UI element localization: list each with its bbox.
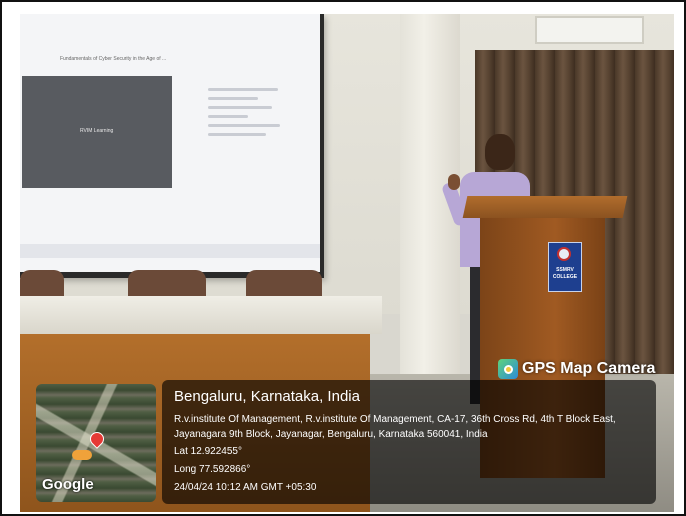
gps-info-card: Bengaluru, Karnataka, India R.v.institut…	[162, 380, 656, 504]
college-logo-icon	[557, 247, 571, 261]
gps-camera-icon	[498, 359, 518, 379]
gps-map-thumbnail: Google	[36, 384, 156, 502]
gps-address: R.v.institute Of Management, R.v.institu…	[174, 414, 616, 440]
gps-place: Bengaluru, Karnataka, India	[174, 388, 360, 405]
college-badge-text: SSMRV COLLEGE	[552, 267, 578, 280]
map-attribution: Google	[42, 476, 94, 493]
screen-title: Fundamentals of Cyber Security in the Ag…	[60, 56, 167, 62]
gps-brand: GPS Map Camera	[498, 357, 655, 381]
gps-datetime: 24/04/24 10:12 AM GMT +05:30	[174, 482, 317, 493]
speaker-head	[485, 134, 515, 170]
screen-video: RVIM Learning	[22, 76, 172, 188]
projection-screen: Fundamentals of Cyber Security in the Ag…	[20, 14, 324, 278]
gps-longitude: Long 77.592866°	[174, 464, 251, 475]
screen-video-label: RVIM Learning	[80, 128, 114, 134]
window	[535, 16, 644, 44]
gps-latitude: Lat 12.922455°	[174, 446, 242, 457]
gps-brand-text: GPS Map Camera	[522, 360, 656, 377]
map-person-marker	[72, 450, 92, 460]
desk-top	[20, 296, 382, 334]
speaker-hand	[448, 174, 460, 190]
map-pin-icon	[87, 429, 107, 449]
screen-taskbar	[20, 244, 320, 258]
college-badge: SSMRV COLLEGE	[548, 242, 582, 292]
photo-frame: Fundamentals of Cyber Security in the Ag…	[0, 0, 686, 516]
podium-top	[462, 196, 628, 218]
screen-side-panel	[208, 82, 292, 172]
